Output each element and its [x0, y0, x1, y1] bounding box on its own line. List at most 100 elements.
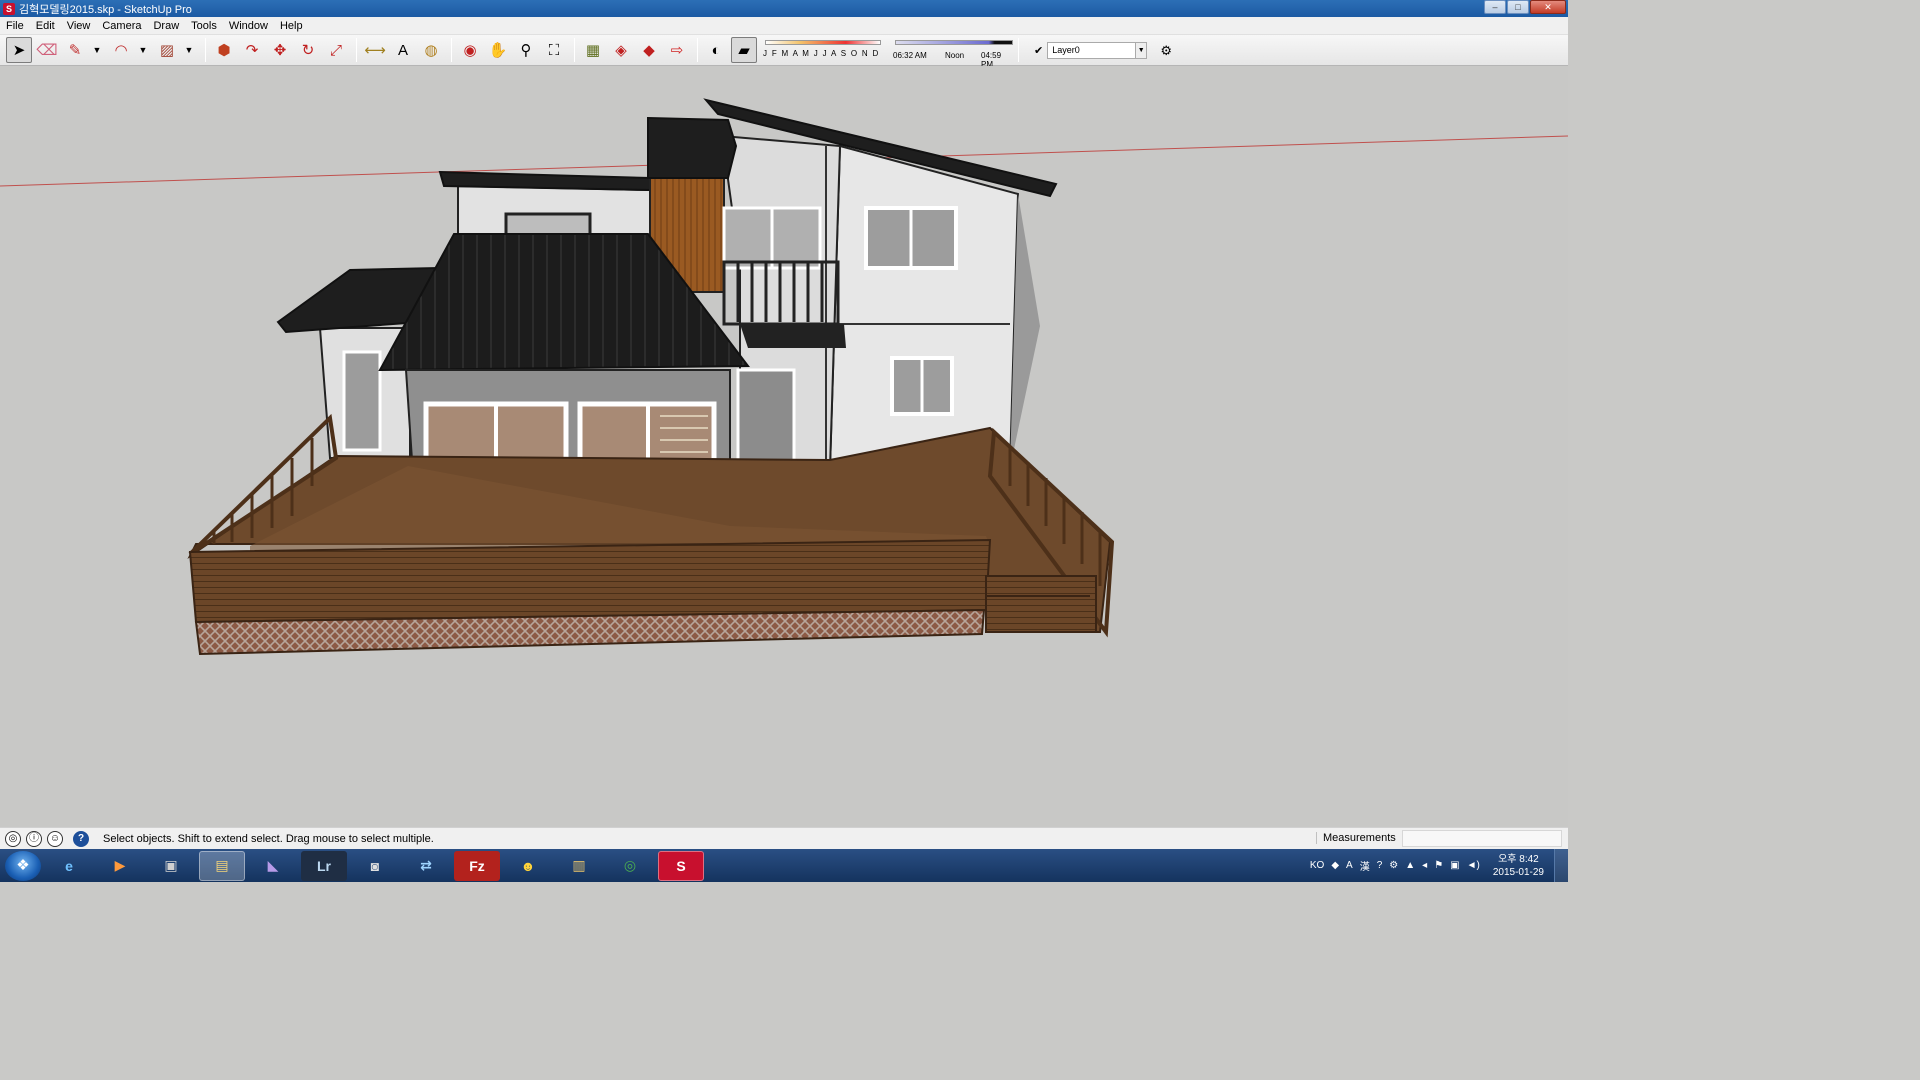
rotate-tool-button[interactable]: ↻: [295, 37, 321, 63]
help-icon[interactable]: ?: [73, 830, 89, 847]
tape-measure-tool-button[interactable]: ⟷: [362, 37, 388, 63]
share-model-button[interactable]: ◆: [636, 37, 662, 63]
tray-language[interactable]: KO: [1310, 860, 1324, 871]
pencil-tool-button[interactable]: ✎: [62, 37, 88, 63]
push-pull-tool-button[interactable]: ⬢: [211, 37, 237, 63]
scale-tool-button[interactable]: ⤢: [323, 37, 349, 63]
taskbar-sketchup[interactable]: S: [658, 850, 704, 881]
fog-toggle-button[interactable]: ▰: [731, 37, 757, 63]
paint-bucket-tool-button[interactable]: ◍: [418, 37, 444, 63]
send-to-layout-button[interactable]: ⇨: [664, 37, 690, 63]
chevron-down-icon[interactable]: ▼: [136, 37, 150, 63]
shadow-time-start: 06:32 AM: [893, 51, 927, 60]
arc-tool-button[interactable]: ◠: [108, 37, 134, 63]
credits-icon[interactable]: ⓘ: [26, 830, 42, 847]
clock-time: 오후 8:42: [1498, 853, 1539, 865]
taskbar-media-player[interactable]: ▶: [97, 851, 143, 881]
shadow-time-slider[interactable]: [895, 40, 1013, 45]
menu-help[interactable]: Help: [274, 17, 309, 35]
shadows-toggle-button[interactable]: ◐: [703, 37, 729, 63]
tray-warning-icon[interactable]: ◂: [1422, 860, 1427, 871]
toolbar-divider: [574, 38, 575, 62]
deck-fascia: [188, 538, 992, 624]
shadow-month-slider[interactable]: [765, 40, 881, 45]
layer-manager-button[interactable]: ⚙: [1153, 37, 1179, 63]
menu-view[interactable]: View: [61, 17, 97, 35]
taskbar-network-app[interactable]: ⇄: [403, 851, 449, 881]
status-bar: ◎ ⓘ ☺ ? Select objects. Shift to extend …: [0, 827, 1568, 849]
follow-me-tool-button[interactable]: ↷: [239, 37, 265, 63]
tray-flag-icon[interactable]: ⚑: [1434, 860, 1443, 871]
tray-settings-icon[interactable]: ⚙: [1389, 860, 1398, 871]
move-tool-button[interactable]: ✥: [267, 37, 293, 63]
model-viewport[interactable]: [0, 66, 1568, 827]
start-button[interactable]: ❖: [5, 850, 41, 881]
tray-network-icon[interactable]: ▣: [1450, 860, 1459, 871]
rectangle-tool-button[interactable]: ▨: [154, 37, 180, 63]
tray-help-icon[interactable]: ?: [1377, 860, 1383, 871]
measurements-input[interactable]: [1402, 830, 1562, 847]
chevron-down-icon[interactable]: ▼: [90, 37, 104, 63]
toolbar-divider: [697, 38, 698, 62]
taskbar-qq-messenger[interactable]: ☻: [505, 851, 551, 881]
side-entry-door: [736, 368, 796, 468]
tray-shield-icon[interactable]: ◆: [1331, 860, 1339, 871]
menu-draw[interactable]: Draw: [147, 17, 185, 35]
orbit-tool-button[interactable]: ◉: [457, 37, 483, 63]
taskbar-filezilla[interactable]: Fz: [454, 850, 500, 881]
toolbar-divider: [356, 38, 357, 62]
text-tool-button[interactable]: A: [390, 37, 416, 63]
upper-wall-right: [828, 144, 1020, 469]
checkmark-icon: ✔: [1034, 44, 1044, 57]
close-button[interactable]: ✕: [1530, 0, 1566, 14]
taskbar-visual-studio[interactable]: ◣: [250, 851, 296, 881]
toolbar-divider: [1018, 38, 1019, 62]
shadow-settings-panel: J F M A M J J A S O N D 06:32 AM Noon 04…: [763, 37, 1013, 69]
tray-ime-han[interactable]: 漢: [1360, 858, 1370, 873]
clock-date: 2015-01-29: [1492, 866, 1544, 878]
status-hint: Select objects. Shift to extend select. …: [103, 832, 434, 845]
pan-tool-button[interactable]: ✋: [485, 37, 511, 63]
layers-toolbar: ✔ Layer0 ▼ ⚙: [1034, 37, 1181, 63]
get-models-button[interactable]: ◈: [608, 37, 634, 63]
toolbar-divider: [451, 38, 452, 62]
taskbar-lightroom[interactable]: Lr: [301, 850, 347, 881]
tray-clock[interactable]: 오후 8:42 2015-01-29: [1493, 853, 1544, 879]
measurements-label: Measurements: [1316, 832, 1396, 844]
user-icon[interactable]: ☺: [47, 830, 63, 847]
geolocation-icon[interactable]: ◎: [5, 830, 21, 847]
windows-taskbar: ❖ e ▶ ▣ ▤ ◣ Lr ◙ ⇄ Fz ☻ ▥ ◎ S KO ◆ A 漢 ?…: [0, 849, 1568, 882]
taskbar-chrome[interactable]: ◎: [607, 851, 653, 881]
house-model: [0, 98, 1568, 656]
tray-volume-icon[interactable]: ◄): [1467, 860, 1480, 871]
deck-steps: [985, 575, 1097, 633]
title-bar: S 김혁모델링2015.skp - SketchUp Pro – □ ✕: [0, 0, 1568, 17]
toolbar: ➤ ⌫ ✎ ▼ ◠ ▼ ▨ ▼ ⬢ ↷ ✥ ↻ ⤢ ⟷ A ◍ ◉ ✋ ⚲ ⛶ …: [0, 35, 1568, 69]
warehouse-button[interactable]: ▦: [580, 37, 606, 63]
chevron-down-icon[interactable]: ▼: [1135, 42, 1147, 58]
menu-camera[interactable]: Camera: [96, 17, 147, 35]
clerestory-window: [504, 212, 592, 238]
taskbar-camera-app[interactable]: ◙: [352, 851, 398, 881]
taskbar-internet-explorer[interactable]: e: [46, 851, 92, 881]
layer-select[interactable]: Layer0 ▼: [1047, 41, 1148, 59]
zoom-extents-tool-button[interactable]: ⛶: [541, 37, 567, 63]
taskbar-file-explorer[interactable]: ▤: [199, 850, 245, 881]
tray-ime-a[interactable]: A: [1346, 860, 1353, 871]
eraser-tool-button[interactable]: ⌫: [34, 37, 60, 63]
menu-file[interactable]: File: [0, 17, 30, 35]
tray-expand-icon[interactable]: ▲: [1405, 860, 1415, 871]
menu-edit[interactable]: Edit: [30, 17, 61, 35]
minimize-button[interactable]: –: [1484, 0, 1506, 14]
taskbar-film-app[interactable]: ▣: [148, 851, 194, 881]
zoom-tool-button[interactable]: ⚲: [513, 37, 539, 63]
show-desktop-button[interactable]: [1554, 849, 1568, 882]
menu-window[interactable]: Window: [223, 17, 274, 35]
select-tool-button[interactable]: ➤: [6, 37, 32, 63]
toolbar-divider: [205, 38, 206, 62]
left-flat-roof: [438, 170, 651, 192]
chevron-down-icon[interactable]: ▼: [182, 37, 196, 63]
maximize-button[interactable]: □: [1507, 0, 1529, 14]
taskbar-archive-app[interactable]: ▥: [556, 851, 602, 881]
menu-tools[interactable]: Tools: [185, 17, 223, 35]
